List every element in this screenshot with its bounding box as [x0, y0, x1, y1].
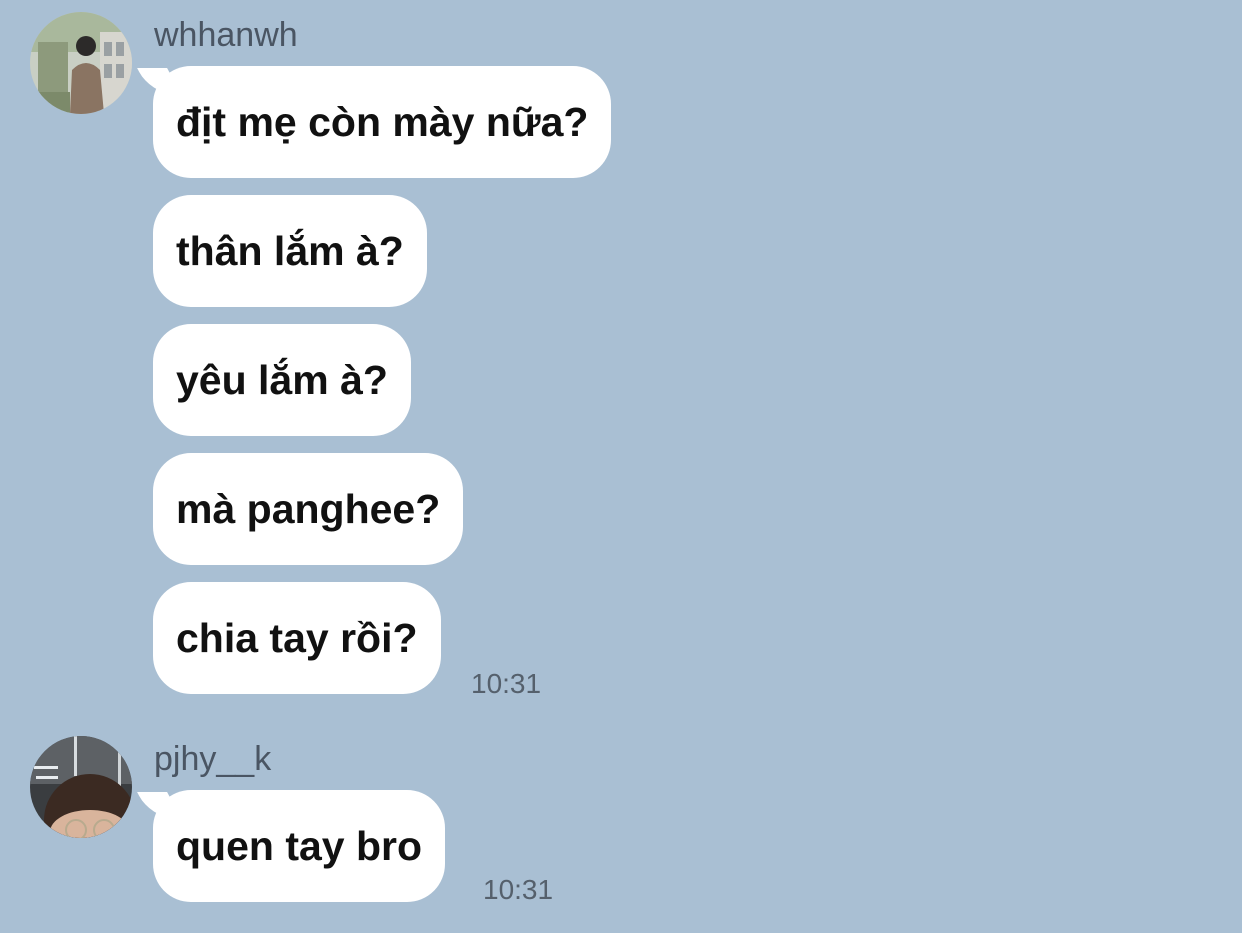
sender-name: whhanwh: [154, 16, 298, 54]
avatar-whhanwh[interactable]: [30, 12, 132, 114]
message-bubble[interactable]: yêu lắm à?: [153, 324, 411, 436]
message-bubble[interactable]: quen tay bro: [153, 790, 446, 902]
message-bubble[interactable]: mà panghee?: [153, 453, 464, 565]
message-bubble[interactable]: thân lắm à?: [153, 195, 427, 307]
sender-name: pjhy__k: [154, 740, 272, 778]
message-bubble[interactable]: địt mẹ còn mày nữa?: [153, 66, 612, 178]
message-bubble[interactable]: chia tay rồi?: [153, 582, 441, 694]
message-timestamp: 10:31: [483, 874, 554, 905]
message-timestamp: 10:31: [471, 668, 542, 699]
avatar-pjhy[interactable]: [30, 736, 132, 838]
